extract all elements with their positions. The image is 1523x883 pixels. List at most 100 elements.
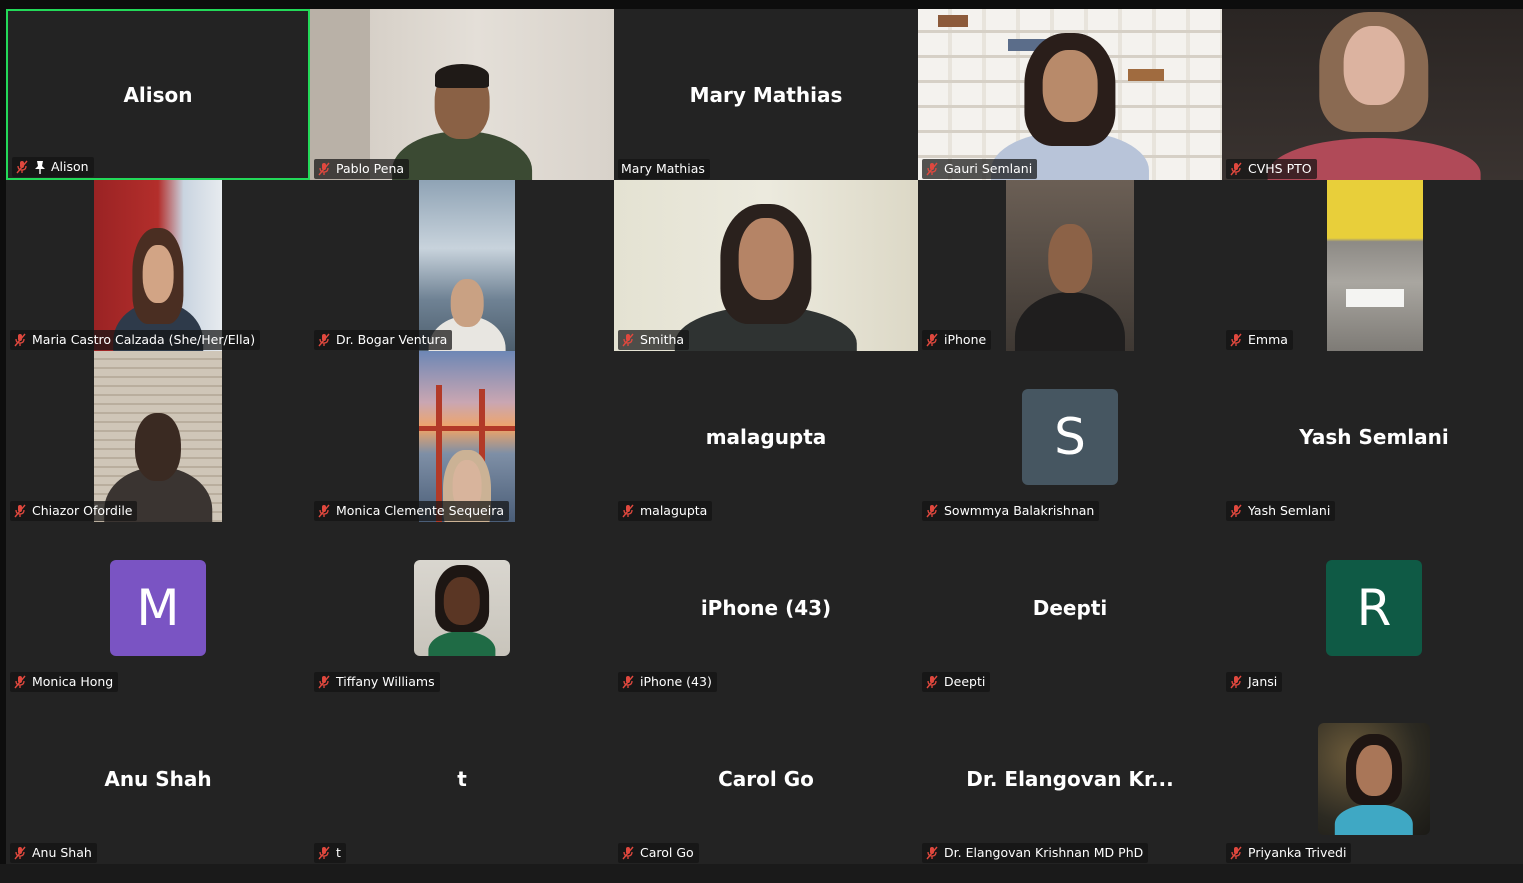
participant-video (1006, 180, 1134, 351)
muted-mic-icon (1229, 675, 1243, 689)
participant-display-name: Mary Mathias (689, 82, 843, 107)
participant-tile-emma[interactable]: Emma (1222, 180, 1523, 351)
participant-video (419, 180, 515, 351)
participant-name-label: Gauri Semlani (922, 159, 1038, 179)
muted-mic-icon (925, 846, 939, 860)
muted-mic-icon (1229, 846, 1243, 860)
muted-mic-icon (621, 675, 635, 689)
participant-tile-anu-shah[interactable]: Anu Shah Anu Shah (6, 693, 310, 864)
participant-name-label: Yash Semlani (1226, 501, 1336, 521)
muted-mic-icon (621, 504, 635, 518)
avatar: R (1326, 559, 1422, 656)
participant-tile-sowmmya-balakrishnan[interactable]: S Sowmmya Balakrishnan (918, 351, 1222, 522)
participant-name-label: Carol Go (618, 843, 699, 863)
participant-display-name: Deepti (1032, 595, 1108, 620)
participant-name-label: Sowmmya Balakrishnan (922, 501, 1100, 521)
participant-tile-chiazor-ofordile[interactable]: Chiazor Ofordile (6, 351, 310, 522)
participant-name-label: Dr. Elangovan Krishnan MD PhD (922, 843, 1149, 863)
participant-name-label: Deepti (922, 672, 991, 692)
participant-name-label: Tiffany Williams (314, 672, 440, 692)
participant-name-label: iPhone (43) (618, 672, 717, 692)
muted-mic-icon (925, 333, 939, 347)
participant-name-label: Jansi (1226, 672, 1283, 692)
participant-video (94, 351, 222, 522)
participant-tile-malagupta[interactable]: malagupta malagupta (614, 351, 918, 522)
participant-display-name: t (457, 766, 467, 791)
participant-name-label: Pablo Pena (314, 159, 410, 179)
participant-name-label: Priyanka Trivedi (1226, 843, 1352, 863)
bottom-bar (0, 864, 1523, 883)
muted-mic-icon (621, 846, 635, 860)
participant-tile-cvhs-pto[interactable]: CVHS PTO (1222, 9, 1523, 180)
participant-tile-mary-mathias[interactable]: Mary Mathias Mary Mathias (614, 9, 918, 180)
participant-video (1327, 180, 1423, 351)
participant-tile-iphone-43[interactable]: iPhone (43) iPhone (43) (614, 522, 918, 693)
participant-name-label: CVHS PTO (1226, 159, 1317, 179)
muted-mic-icon (317, 504, 331, 518)
participant-tile-smitha[interactable]: Smitha (614, 180, 918, 351)
participant-display-name: Carol Go (718, 766, 814, 791)
muted-mic-icon (13, 504, 27, 518)
pin-icon (34, 160, 46, 174)
participant-display-name: malagupta (705, 424, 827, 449)
participant-name-label: Smitha (618, 330, 690, 350)
participant-name-label: Alison (12, 157, 94, 177)
muted-mic-icon (621, 333, 635, 347)
participant-tile-pablo-pena[interactable]: Pablo Pena (310, 9, 614, 180)
participant-tile-bogar-ventura[interactable]: Dr. Bogar Ventura (310, 180, 614, 351)
participant-tile-maria-castro-calzada[interactable]: Maria Castro Calzada (She/Her/Ella) (6, 180, 310, 351)
participant-tile-elangovan-krishnan[interactable]: Dr. Elangovan Kr... Dr. Elangovan Krishn… (918, 693, 1222, 864)
participant-video (918, 9, 1222, 180)
muted-mic-icon (13, 675, 27, 689)
participant-tile-monica-clemente-sequeira[interactable]: Monica Clemente Sequeira (310, 351, 614, 522)
participant-tile-alison[interactable]: Alison Alison (6, 9, 310, 180)
participant-display-name: Alison (123, 82, 193, 107)
muted-mic-icon (13, 333, 27, 347)
participant-tile-jansi[interactable]: R Jansi (1222, 522, 1523, 693)
avatar: M (110, 559, 206, 656)
muted-mic-icon (317, 846, 331, 860)
participant-name-label: iPhone (922, 330, 992, 350)
muted-mic-icon (317, 162, 331, 176)
profile-picture (414, 559, 510, 656)
muted-mic-icon (1229, 333, 1243, 347)
participant-tile-iphone[interactable]: iPhone (918, 180, 1222, 351)
muted-mic-icon (925, 504, 939, 518)
participant-display-name: iPhone (43) (700, 595, 832, 620)
muted-mic-icon (317, 675, 331, 689)
muted-mic-icon (317, 333, 331, 347)
participant-tile-monica-hong[interactable]: M Monica Hong (6, 522, 310, 693)
participant-video (614, 180, 918, 351)
avatar: S (1022, 388, 1118, 485)
profile-picture (1318, 722, 1430, 835)
muted-mic-icon (15, 160, 29, 174)
participant-tile-gauri-semlani[interactable]: Gauri Semlani (918, 9, 1222, 180)
participant-name-label: Chiazor Ofordile (10, 501, 138, 521)
muted-mic-icon (925, 162, 939, 176)
participant-name-label: Emma (1226, 330, 1293, 350)
participant-name-label: malagupta (618, 501, 713, 521)
muted-mic-icon (925, 675, 939, 689)
participant-name-label: Maria Castro Calzada (She/Her/Ella) (10, 330, 261, 350)
participant-tile-deepti[interactable]: Deepti Deepti (918, 522, 1222, 693)
muted-mic-icon (1229, 504, 1243, 518)
participant-name-label: Anu Shah (10, 843, 97, 863)
participant-tile-yash-semlani[interactable]: Yash Semlani Yash Semlani (1222, 351, 1523, 522)
participant-name-label: Monica Hong (10, 672, 119, 692)
muted-mic-icon (13, 846, 27, 860)
participant-display-name: Anu Shah (104, 766, 212, 791)
participant-video (94, 180, 222, 351)
participant-display-name: Yash Semlani (1299, 424, 1449, 449)
participant-name-label: Dr. Bogar Ventura (314, 330, 453, 350)
participant-name-label: Mary Mathias (618, 159, 710, 179)
participant-name-label: t (314, 843, 346, 863)
participant-tile-carol-go[interactable]: Carol Go Carol Go (614, 693, 918, 864)
participant-video (419, 351, 515, 522)
participant-display-name: Dr. Elangovan Kr... (966, 766, 1174, 791)
video-gallery: Alison Alison Pablo Pena Mary Mathias Ma… (6, 9, 1523, 864)
muted-mic-icon (1229, 162, 1243, 176)
participant-tile-tiffany-williams[interactable]: Tiffany Williams (310, 522, 614, 693)
participant-tile-t[interactable]: t t (310, 693, 614, 864)
participant-video (310, 9, 614, 180)
participant-tile-priyanka-trivedi[interactable]: Priyanka Trivedi (1222, 693, 1523, 864)
